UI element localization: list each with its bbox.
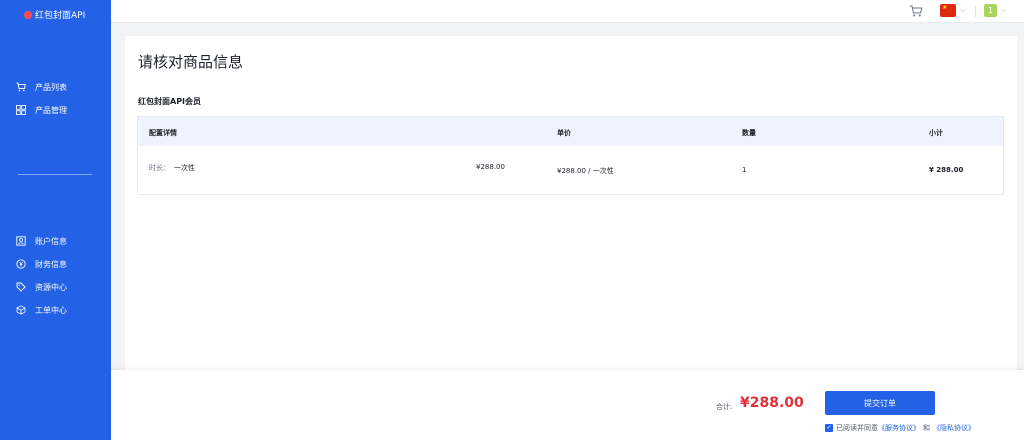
cube-icon bbox=[16, 305, 26, 315]
sidebar-item-product-manage[interactable]: 产品管理 bbox=[16, 103, 67, 117]
column-header-subtotal: 小计 bbox=[929, 129, 943, 137]
total-value: ¥288.00 bbox=[740, 395, 804, 411]
chevron-down-icon[interactable]: ⌵ bbox=[960, 6, 965, 15]
table-header: 配置详情 单价 数量 小计 bbox=[138, 117, 1003, 146]
avatar[interactable]: 1 bbox=[984, 4, 997, 17]
sidebar-item-account[interactable]: 账户信息 bbox=[16, 234, 67, 248]
top-bar: ★ ⌵ 1 ⌵ bbox=[111, 0, 1024, 23]
column-header-unit-price: 单价 bbox=[557, 129, 571, 137]
account-icon bbox=[16, 236, 26, 246]
tag-icon bbox=[16, 282, 26, 292]
column-header-quantity: 数量 bbox=[742, 129, 756, 137]
order-review-card: 请核对商品信息 红包封面API会员 配置详情 单价 数量 小计 时长： 一次性 … bbox=[125, 36, 1017, 370]
agree-checkbox[interactable]: ✓ bbox=[825, 424, 833, 432]
topbar-divider bbox=[975, 6, 976, 17]
config-price: ¥288.00 bbox=[476, 163, 505, 171]
checkout-bar: 合计: ¥288.00 提交订单 ✓ 已阅读并同意 《服务协议》 和 《隐私协议… bbox=[111, 370, 1024, 440]
config-label: 时长： bbox=[149, 164, 170, 172]
page-title: 请核对商品信息 bbox=[138, 53, 244, 71]
cart-icon[interactable] bbox=[909, 4, 923, 18]
agree-text: 已阅读并同意 bbox=[836, 424, 878, 432]
sidebar-item-label: 产品列表 bbox=[35, 82, 67, 92]
service-agreement-link[interactable]: 《服务协议》 bbox=[878, 423, 920, 433]
cart-icon bbox=[16, 82, 26, 92]
china-flag-icon[interactable]: ★ bbox=[940, 4, 956, 17]
sidebar-item-product-list[interactable]: 产品列表 bbox=[16, 80, 67, 94]
chevron-down-icon[interactable]: ⌵ bbox=[1001, 6, 1006, 15]
sidebar-item-finance[interactable]: 财务信息 bbox=[16, 257, 67, 271]
sidebar-item-label: 财务信息 bbox=[35, 259, 67, 269]
column-header-config: 配置详情 bbox=[149, 129, 177, 137]
total-label: 合计: bbox=[716, 403, 733, 411]
agree-and-text: 和 bbox=[923, 424, 930, 432]
sidebar-divider bbox=[18, 174, 92, 175]
order-table: 配置详情 单价 数量 小计 时长： 一次性 ¥288.00 ¥288.00 / … bbox=[137, 116, 1004, 195]
quantity: 1 bbox=[742, 166, 747, 174]
sidebar-item-label: 资源中心 bbox=[35, 282, 67, 292]
finance-icon bbox=[16, 259, 26, 269]
sidebar: 红包封面API 产品列表 产品管理 账户信息 财务信息 资源中心 工单中心 bbox=[0, 0, 111, 440]
sidebar-item-label: 账户信息 bbox=[35, 236, 67, 246]
submit-order-button[interactable]: 提交订单 bbox=[825, 391, 935, 415]
config-value: 一次性 bbox=[174, 164, 195, 172]
unit-price: ¥288.00 / 一次性 bbox=[557, 167, 614, 175]
sidebar-item-label: 产品管理 bbox=[35, 105, 67, 115]
grid-icon bbox=[16, 105, 26, 115]
logo-text: 红包封面API bbox=[35, 11, 86, 21]
product-name: 红包封面API会员 bbox=[138, 97, 202, 106]
subtotal: ¥ 288.00 bbox=[929, 166, 964, 174]
sidebar-item-resources[interactable]: 资源中心 bbox=[16, 280, 67, 294]
agreement-row: ✓ 已阅读并同意 《服务协议》 和 《隐私协议》 bbox=[825, 423, 975, 433]
logo[interactable]: 红包封面API bbox=[24, 8, 85, 21]
logo-mark-icon bbox=[24, 10, 32, 19]
sidebar-item-tickets[interactable]: 工单中心 bbox=[16, 303, 67, 317]
sidebar-item-label: 工单中心 bbox=[35, 305, 67, 315]
privacy-agreement-link[interactable]: 《隐私协议》 bbox=[933, 423, 975, 433]
